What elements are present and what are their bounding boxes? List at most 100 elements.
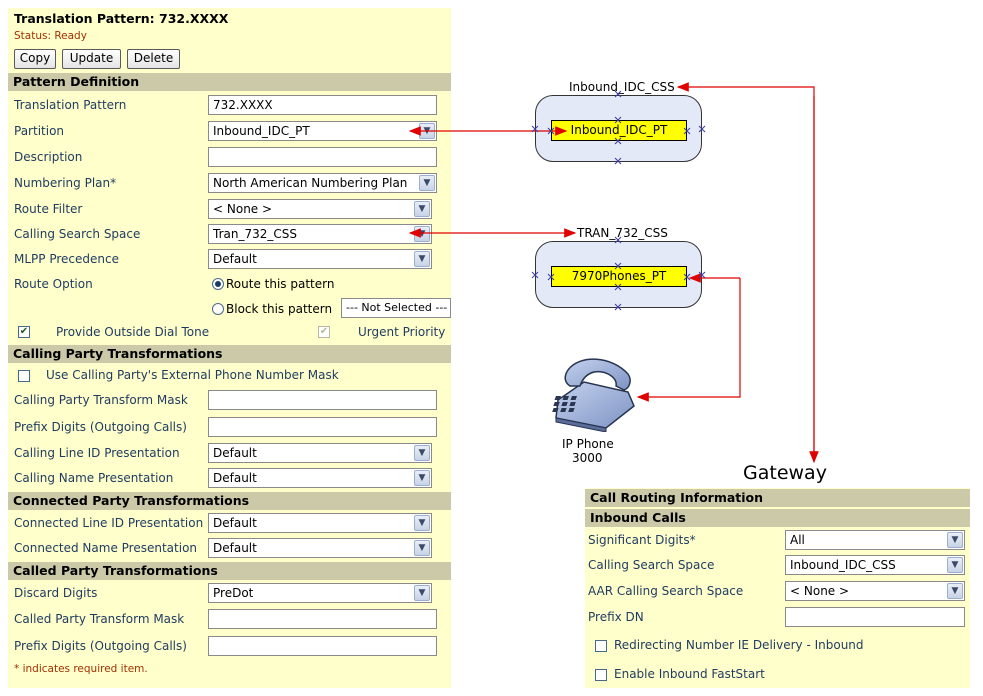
section-pattern-definition: Pattern Definition (8, 73, 451, 91)
called-prefix-digits-input[interactable] (208, 636, 437, 656)
phone-label-line1: IP Phone (562, 437, 614, 451)
urgent-priority-label: Urgent Priority (358, 325, 446, 339)
partition-label: Partition (14, 124, 65, 138)
section-connected-party: Connected Party Transformations (8, 492, 451, 510)
aar-css-value: < None > (790, 584, 850, 598)
connected-line-id-select[interactable]: Default ▼ (208, 513, 432, 533)
chevron-down-icon[interactable]: ▼ (414, 585, 430, 601)
required-note: * indicates required item. (14, 663, 148, 675)
calling-name-presentation-label: Calling Name Presentation (14, 471, 174, 485)
use-external-mask-checkbox[interactable] (18, 370, 30, 382)
redirecting-ie-label: Redirecting Number IE Delivery - Inbound (614, 638, 864, 652)
mlpp-label: MLPP Precedence (14, 252, 119, 266)
prefix-dn-input[interactable] (785, 607, 965, 627)
significant-digits-select[interactable]: All ▼ (785, 530, 965, 550)
block-this-pattern-radio[interactable] (212, 303, 224, 315)
numbering-plan-label: Numbering Plan* (14, 176, 117, 190)
partition-select[interactable]: Inbound_IDC_PT ▼ (208, 121, 437, 141)
gateway-panel: Call Routing Information Inbound Calls S… (585, 488, 970, 688)
block-reason-select[interactable]: --- Not Selected --- (341, 298, 451, 318)
enable-faststart-checkbox[interactable] (595, 669, 607, 681)
redirecting-ie-checkbox[interactable] (595, 640, 607, 652)
calling-transform-mask-input[interactable] (208, 390, 437, 410)
gw-css-value: Inbound_IDC_CSS (790, 558, 896, 572)
block-this-pattern-label: Block this pattern (226, 302, 333, 316)
chevron-down-icon[interactable]: ▼ (414, 470, 430, 486)
css-value: Tran_732_CSS (213, 227, 297, 241)
chevron-down-icon[interactable]: ▼ (414, 226, 430, 242)
gateway-label: Gateway (743, 462, 827, 484)
called-transform-mask-input[interactable] (208, 609, 437, 629)
partition-value: Inbound_IDC_PT (213, 124, 310, 138)
phone-label-line2: 3000 (572, 451, 603, 465)
called-transform-mask-label: Called Party Transform Mask (14, 612, 185, 626)
provide-outside-dial-tone-checkbox[interactable]: ✔ (18, 326, 30, 338)
section-call-routing: Call Routing Information (585, 489, 970, 507)
prefix-dn-label: Prefix DN (588, 610, 644, 624)
status-text: Status: Ready (14, 30, 87, 42)
urgent-priority-checkbox[interactable]: ✔ (318, 326, 330, 338)
section-called-party: Called Party Transformations (8, 562, 451, 580)
calling-line-id-label: Calling Line ID Presentation (14, 446, 180, 460)
gw-css-label: Calling Search Space (588, 558, 715, 572)
use-external-mask-label: Use Calling Party's External Phone Numbe… (46, 368, 339, 382)
inbound-partition-box: Inbound_IDC_PT (551, 120, 687, 141)
calling-line-id-select[interactable]: Default ▼ (208, 443, 432, 463)
discard-digits-select[interactable]: PreDot ▼ (208, 583, 432, 603)
called-prefix-digits-label: Prefix Digits (Outgoing Calls) (14, 639, 187, 653)
calling-name-presentation-select[interactable]: Default ▼ (208, 468, 432, 488)
calling-prefix-digits-input[interactable] (208, 417, 437, 437)
aar-css-label: AAR Calling Search Space (588, 584, 744, 598)
gw-css-select[interactable]: Inbound_IDC_CSS ▼ (785, 555, 965, 575)
calling-name-presentation-value: Default (213, 471, 257, 485)
chevron-down-icon[interactable]: ▼ (947, 532, 963, 548)
connected-name-presentation-label: Connected Name Presentation (14, 541, 198, 555)
update-button[interactable]: Update (62, 49, 121, 69)
chevron-down-icon[interactable]: ▼ (419, 175, 435, 191)
significant-digits-value: All (790, 533, 805, 547)
chevron-down-icon[interactable]: ▼ (947, 583, 963, 599)
route-this-pattern-radio[interactable] (212, 278, 224, 290)
connected-line-id-value: Default (213, 516, 257, 530)
route-filter-select[interactable]: < None > ▼ (208, 199, 432, 219)
route-filter-label: Route Filter (14, 202, 83, 216)
copy-button[interactable]: Copy (14, 49, 56, 69)
chevron-down-icon[interactable]: ▼ (414, 201, 430, 217)
delete-button[interactable]: Delete (127, 49, 180, 69)
route-this-pattern-label: Route this pattern (226, 277, 335, 291)
chevron-down-icon[interactable]: ▼ (414, 515, 430, 531)
description-label: Description (14, 150, 83, 164)
connected-line-id-label: Connected Line ID Presentation (14, 516, 204, 530)
css-label: Calling Search Space (14, 227, 141, 241)
numbering-plan-value: North American Numbering Plan (213, 176, 408, 190)
route-filter-value: < None > (213, 202, 273, 216)
chevron-down-icon[interactable]: ▼ (947, 557, 963, 573)
calling-line-id-value: Default (213, 446, 257, 460)
mlpp-select[interactable]: Default ▼ (208, 249, 432, 269)
discard-digits-value: PreDot (213, 586, 254, 600)
chevron-down-icon[interactable]: ▼ (414, 445, 430, 461)
ip-phone-icon (552, 358, 635, 432)
translation-pattern-label: Translation Pattern (14, 98, 127, 112)
description-input[interactable] (208, 147, 437, 167)
chevron-down-icon[interactable]: ▼ (419, 123, 435, 139)
css2-label: TRAN_732_CSS (577, 226, 668, 240)
section-calling-party: Calling Party Transformations (8, 345, 451, 363)
translation-pattern-panel: Translation Pattern: 732.XXXX Status: Re… (8, 8, 451, 688)
calling-transform-mask-label: Calling Party Transform Mask (14, 393, 188, 407)
connected-name-presentation-value: Default (213, 541, 257, 555)
route-option-label: Route Option (14, 277, 93, 291)
enable-faststart-label: Enable Inbound FastStart (614, 667, 765, 681)
provide-outside-dial-tone-label: Provide Outside Dial Tone (56, 325, 210, 339)
significant-digits-label: Significant Digits* (588, 533, 696, 547)
aar-css-select[interactable]: < None > ▼ (785, 581, 965, 601)
chevron-down-icon[interactable]: ▼ (414, 251, 430, 267)
connected-name-presentation-select[interactable]: Default ▼ (208, 538, 432, 558)
block-reason-value: --- Not Selected --- (346, 301, 448, 314)
numbering-plan-select[interactable]: North American Numbering Plan ▼ (208, 173, 437, 193)
calling-prefix-digits-label: Prefix Digits (Outgoing Calls) (14, 420, 187, 434)
discard-digits-label: Discard Digits (14, 586, 98, 600)
css-select[interactable]: Tran_732_CSS ▼ (208, 224, 432, 244)
chevron-down-icon[interactable]: ▼ (414, 540, 430, 556)
translation-pattern-input[interactable]: 732.XXXX (208, 95, 437, 115)
